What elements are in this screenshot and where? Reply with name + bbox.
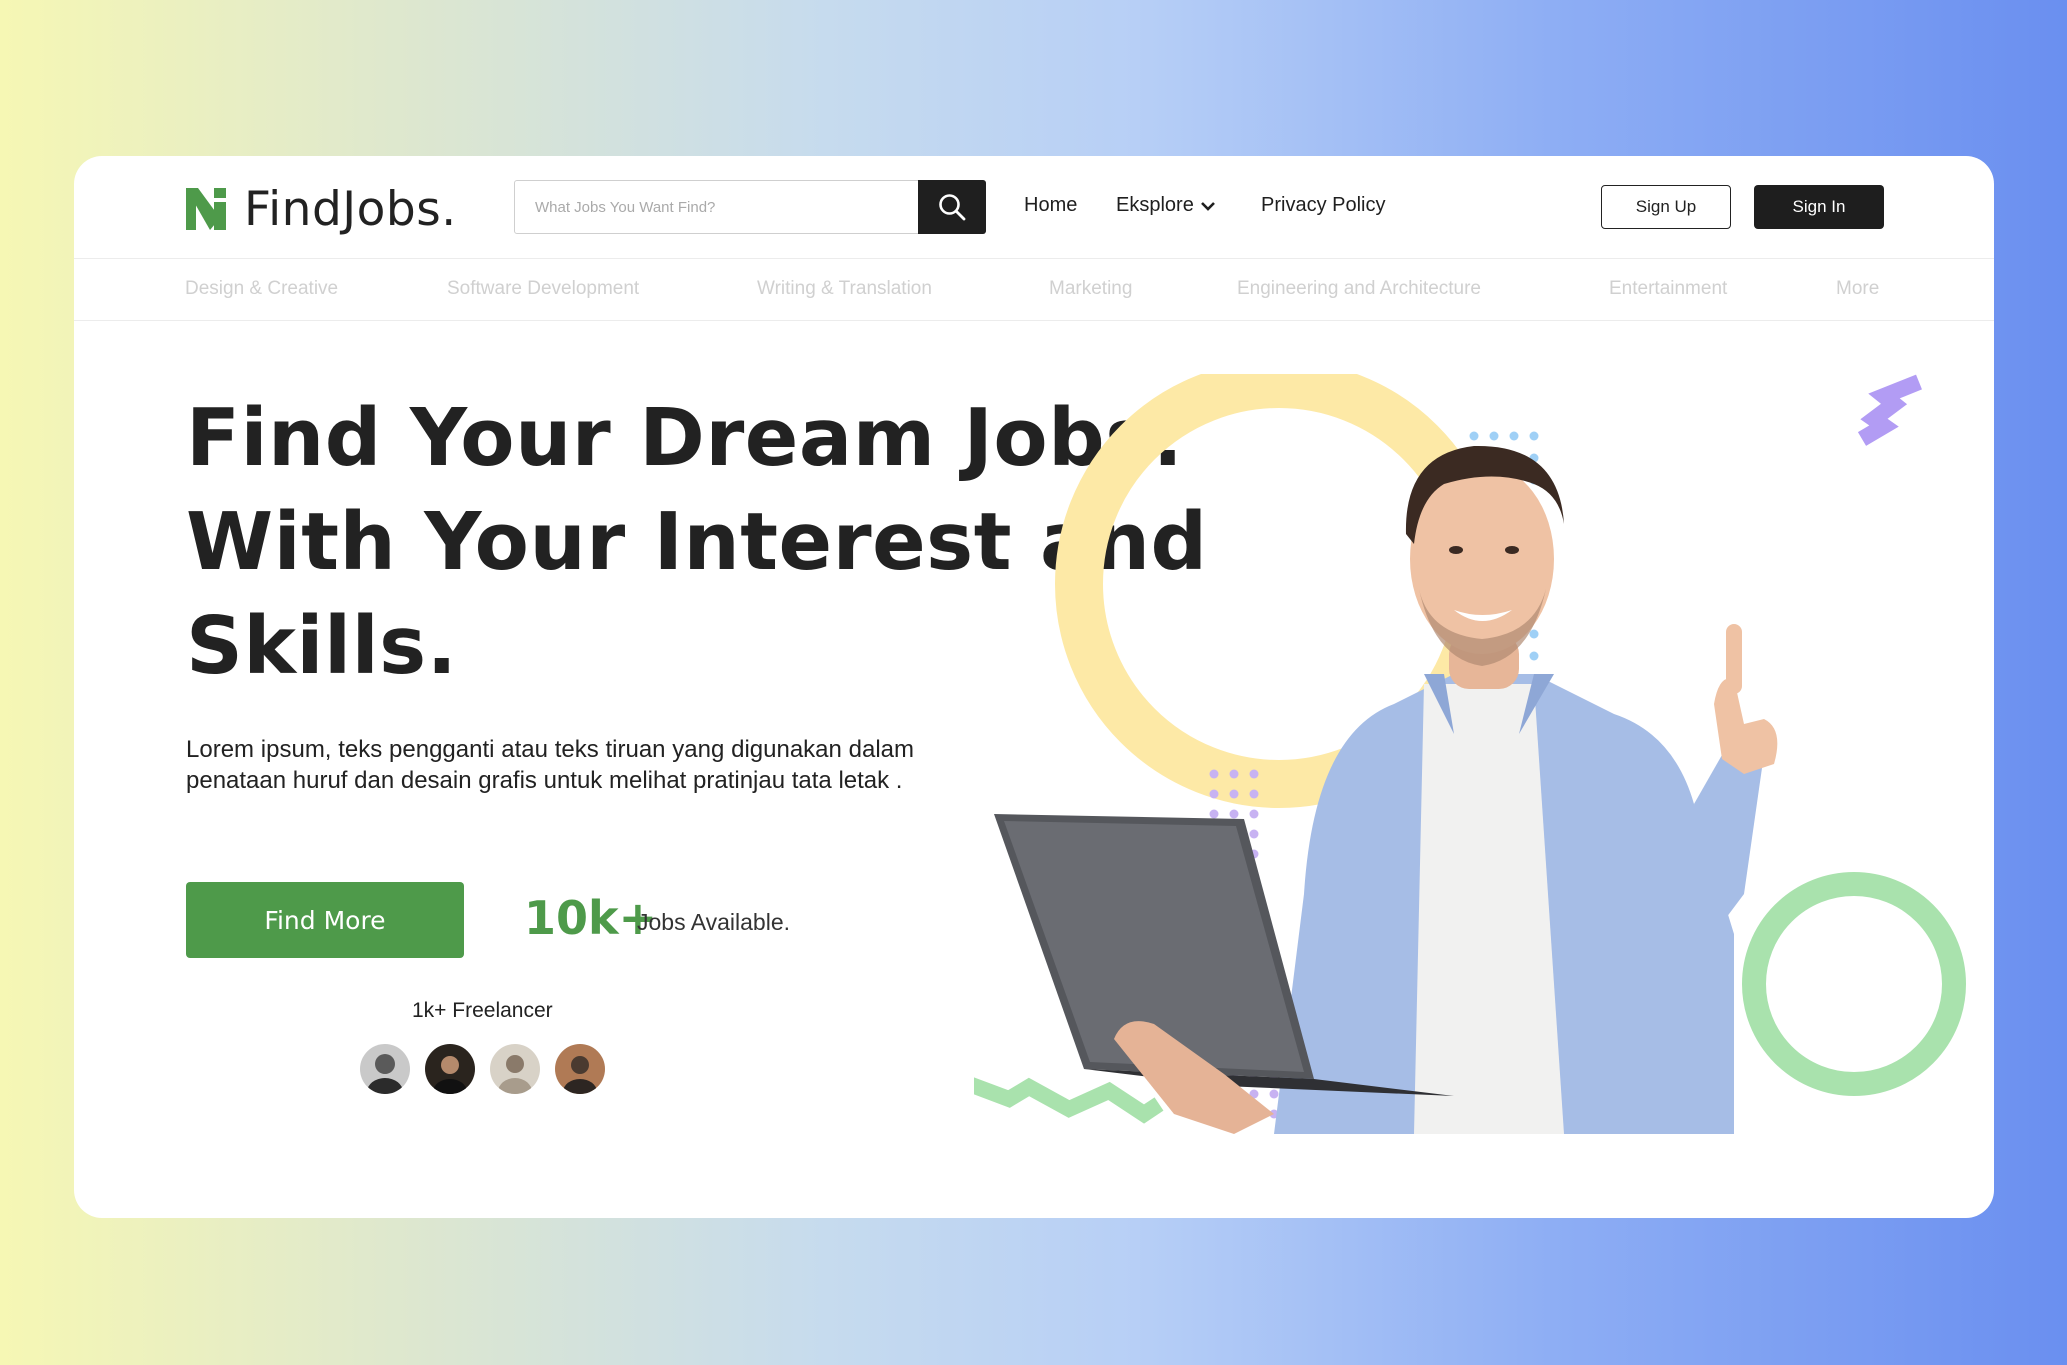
avatar-portrait-icon xyxy=(490,1044,540,1094)
avatar[interactable] xyxy=(490,1044,540,1094)
avatar[interactable] xyxy=(425,1044,475,1094)
brand-logo-icon xyxy=(186,188,226,230)
hero-illustration xyxy=(974,374,1966,1134)
category-software-development[interactable]: Software Development xyxy=(447,278,639,300)
avatar-portrait-icon xyxy=(360,1044,410,1094)
jobs-available-label: Jobs Available. xyxy=(637,909,791,935)
avatar[interactable] xyxy=(555,1044,605,1094)
category-design-creative[interactable]: Design & Creative xyxy=(185,278,338,300)
avatar-portrait-icon xyxy=(555,1044,605,1094)
sign-up-button[interactable]: Sign Up xyxy=(1601,185,1731,229)
nav-explore-dropdown[interactable]: Eksplore xyxy=(1116,194,1216,217)
job-search-input[interactable] xyxy=(533,181,907,234)
brand-logo[interactable]: FindJobs. xyxy=(186,182,457,237)
sign-in-button[interactable]: Sign In xyxy=(1754,185,1884,229)
category-entertainment[interactable]: Entertainment xyxy=(1609,278,1727,300)
green-ring-shape xyxy=(1742,872,1966,1096)
category-bar: Design & Creative Software Development W… xyxy=(74,258,1994,321)
nav-privacy-policy[interactable]: Privacy Policy xyxy=(1261,194,1385,217)
hero-title-line-3: Skills. xyxy=(186,600,458,692)
search-icon xyxy=(939,194,966,221)
brand-name: FindJobs. xyxy=(244,181,457,237)
category-more[interactable]: More xyxy=(1836,278,1879,300)
person-photo xyxy=(1274,445,1778,1134)
nav-explore-label: Eksplore xyxy=(1116,194,1194,216)
purple-zigzag-shape xyxy=(1857,374,1922,446)
find-more-button[interactable]: Find More xyxy=(186,882,464,958)
green-zigzag-shape xyxy=(974,1077,1164,1124)
hero-title-line-1: Find Your Dream Jobs. xyxy=(186,392,1184,484)
hero-title-line-2: With Your Interest and xyxy=(186,496,1208,588)
landing-card: FindJobs. Home Eksplore Privacy Policy S… xyxy=(74,156,1994,1218)
avatar-portrait-icon xyxy=(425,1044,475,1094)
nav-home[interactable]: Home xyxy=(1024,194,1077,217)
category-writing-translation[interactable]: Writing & Translation xyxy=(757,278,932,300)
freelancer-count-label: 1k+ Freelancer xyxy=(412,999,553,1022)
top-navbar: FindJobs. Home Eksplore Privacy Policy S… xyxy=(74,156,1994,259)
chevron-down-icon xyxy=(1200,201,1215,211)
hero-description: Lorem ipsum, teks pengganti atau teks ti… xyxy=(186,736,914,794)
job-search-box xyxy=(514,180,986,234)
category-marketing[interactable]: Marketing xyxy=(1049,278,1132,300)
hero-title: Find Your Dream Jobs. With Your Interest… xyxy=(186,386,1208,698)
avatar[interactable] xyxy=(360,1044,410,1094)
search-button[interactable] xyxy=(918,180,986,234)
category-engineering-architecture[interactable]: Engineering and Architecture xyxy=(1237,278,1481,300)
